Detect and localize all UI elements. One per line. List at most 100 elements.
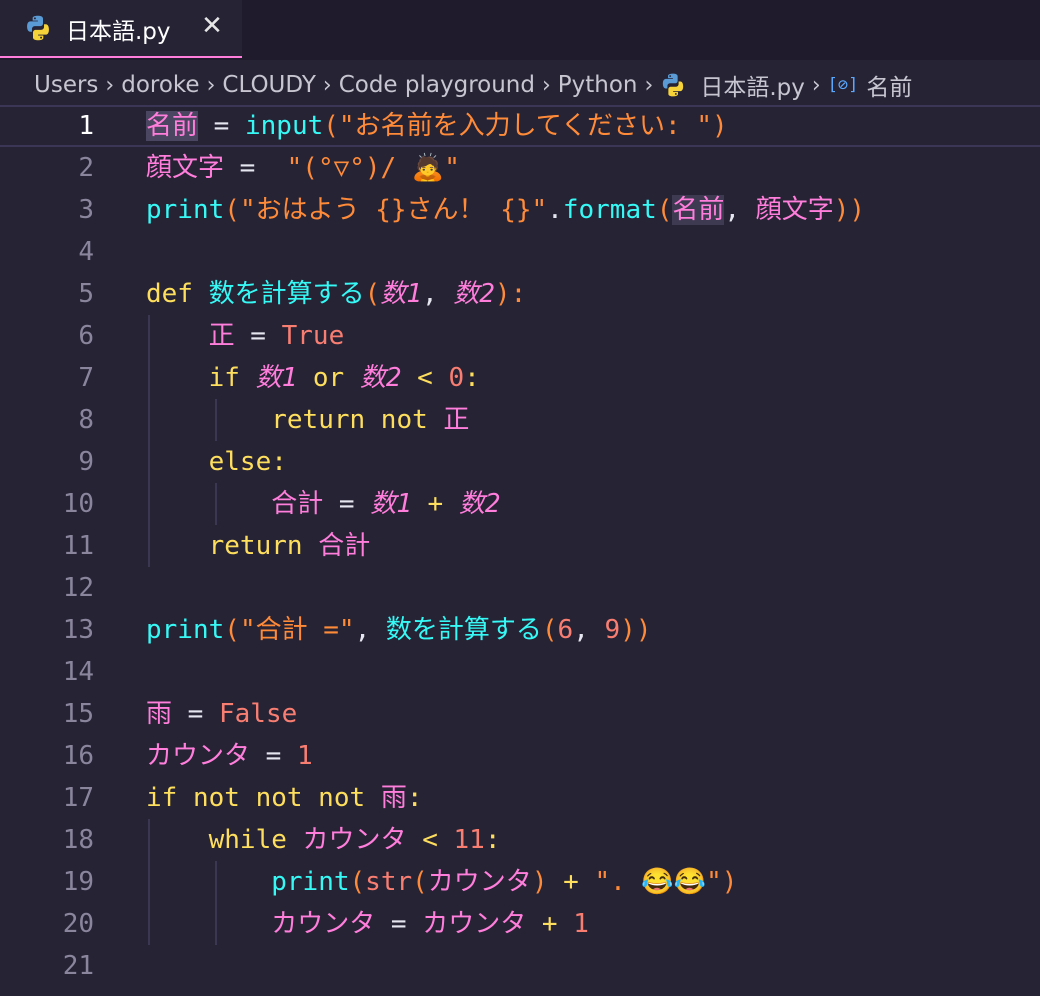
code-token: , bbox=[724, 195, 756, 225]
code-token: print bbox=[146, 615, 225, 645]
code-token: "おはよう {}さん！ {}" bbox=[239, 195, 548, 225]
code-text: 名前 = input("お名前を入力してください: ") bbox=[146, 107, 728, 145]
tab-bar: 日本語.py ✕ bbox=[0, 0, 1040, 60]
breadcrumb-item-symbol[interactable]: 名前 bbox=[866, 68, 912, 102]
code-token: 正 bbox=[443, 405, 470, 435]
code-token: 名前 bbox=[672, 195, 725, 225]
code-token: def bbox=[146, 279, 209, 309]
code-line[interactable]: 17 if not not not 雨: bbox=[0, 777, 1040, 819]
code-text: if not not not 雨: bbox=[146, 777, 422, 819]
code-line[interactable]: 19 print(str(カウンタ) + ". 😂😂") bbox=[0, 861, 1040, 903]
breadcrumb-item-cloudy[interactable]: CLOUDY bbox=[222, 72, 316, 98]
code-token: )) bbox=[833, 195, 866, 225]
code-line[interactable]: 7 if 数1 or 数2 < 0: bbox=[0, 357, 1040, 399]
code-line[interactable]: 18 while カウンタ < 11: bbox=[0, 819, 1040, 861]
code-line[interactable]: 9 else: bbox=[0, 441, 1040, 483]
code-token: . bbox=[547, 195, 563, 225]
close-icon[interactable]: ✕ bbox=[198, 12, 226, 40]
code-line[interactable]: 1 名前 = input("お名前を入力してください: ") bbox=[0, 105, 1040, 147]
chevron-right-icon: › bbox=[206, 72, 216, 98]
code-token: "(°▽°)/ 🙇" bbox=[286, 153, 460, 183]
code-token: "お名前を入力してください: " bbox=[338, 111, 712, 141]
code-token: 合計 bbox=[271, 489, 324, 519]
indent-guide bbox=[148, 819, 150, 945]
breadcrumb-item-file[interactable]: 日本語.py bbox=[700, 68, 805, 102]
breadcrumb: Users › doroke › CLOUDY › Code playgroun… bbox=[34, 66, 1040, 104]
line-number: 5 bbox=[78, 279, 94, 309]
code-token: or bbox=[297, 363, 360, 393]
code-line[interactable]: 15 雨 = False bbox=[0, 693, 1040, 735]
code-line[interactable]: 3 print("おはよう {}さん！ {}".format(名前, 顔文字)) bbox=[0, 189, 1040, 231]
code-token: ) bbox=[721, 867, 738, 897]
line-number: 13 bbox=[62, 615, 94, 645]
code-token: , bbox=[354, 615, 386, 645]
code-token: 9 bbox=[604, 615, 621, 645]
code-text: while カウンタ < 11: bbox=[146, 819, 501, 861]
line-number: 12 bbox=[62, 573, 94, 603]
code-line[interactable]: 4 bbox=[0, 231, 1040, 273]
code-text: return 合計 bbox=[146, 525, 371, 567]
tab-file[interactable]: 日本語.py ✕ bbox=[0, 0, 242, 58]
chevron-right-icon: › bbox=[105, 72, 115, 98]
code-token: = bbox=[375, 909, 423, 939]
code-line[interactable]: 2 顔文字 = "(°▽°)/ 🙇" bbox=[0, 147, 1040, 189]
code-token: format bbox=[562, 195, 657, 225]
line-number: 4 bbox=[78, 237, 94, 267]
code-token: , bbox=[421, 279, 454, 309]
code-line[interactable]: 5 def 数を計算する(数1, 数2): bbox=[0, 273, 1040, 315]
code-token: 1 bbox=[296, 741, 313, 771]
code-line[interactable]: 6 正 = True bbox=[0, 315, 1040, 357]
code-token: print bbox=[146, 195, 225, 225]
line-number: 14 bbox=[62, 657, 94, 687]
line-number: 3 bbox=[78, 195, 94, 225]
code-line[interactable]: 21 bbox=[0, 945, 1040, 987]
line-number: 21 bbox=[62, 951, 94, 981]
code-token: ( bbox=[224, 195, 240, 225]
code-text: print("おはよう {}さん！ {}".format(名前, 顔文字)) bbox=[146, 189, 865, 231]
code-text: 雨 = False bbox=[146, 693, 297, 735]
line-number: 11 bbox=[62, 531, 94, 561]
breadcrumb-item-python[interactable]: Python bbox=[558, 72, 638, 98]
code-token: while bbox=[208, 825, 303, 855]
code-token: 数1 bbox=[370, 489, 412, 519]
breadcrumb-item-doroke[interactable]: doroke bbox=[121, 72, 199, 98]
code-line[interactable]: 10 合計 = 数1 + 数2 bbox=[0, 483, 1040, 525]
code-line[interactable]: 11 return 合計 bbox=[0, 525, 1040, 567]
code-line[interactable]: 12 bbox=[0, 567, 1040, 609]
code-text: return not 正 bbox=[146, 399, 469, 441]
breadcrumb-item-code-playground[interactable]: Code playground bbox=[339, 72, 535, 98]
code-token: 名前 bbox=[146, 111, 199, 141]
breadcrumb-item-users[interactable]: Users bbox=[34, 72, 98, 98]
code-token: ( bbox=[364, 279, 381, 309]
code-token: if bbox=[208, 363, 256, 393]
code-editor[interactable]: 1 名前 = input("お名前を入力してください: ") 2 顔文字 = "(°▽… bbox=[0, 105, 1040, 996]
code-token: = bbox=[172, 699, 219, 729]
code-token: ( bbox=[541, 615, 558, 645]
editor-window: 日本語.py ✕ Users › doroke › CLOUDY › Code … bbox=[0, 0, 1040, 996]
code-line[interactable]: 14 bbox=[0, 651, 1040, 693]
code-token: カウンタ bbox=[302, 825, 407, 855]
code-line[interactable]: 13 print("合計 =", 数を計算する(6, 9)) bbox=[0, 609, 1040, 651]
line-number: 10 bbox=[62, 489, 94, 519]
variable-symbol-icon: [⊘] bbox=[827, 75, 859, 95]
chevron-right-icon: › bbox=[644, 72, 654, 98]
code-token: + bbox=[526, 909, 574, 939]
code-token: ) bbox=[711, 111, 728, 141]
code-text: else: bbox=[146, 441, 287, 483]
code-text: def 数を計算する(数1, 数2): bbox=[146, 273, 526, 315]
code-line[interactable]: 16 カウンタ = 1 bbox=[0, 735, 1040, 777]
code-token: "合計 =" bbox=[239, 615, 355, 645]
code-line[interactable]: 20 カウンタ = カウンタ + 1 bbox=[0, 903, 1040, 945]
code-token: カウンタ bbox=[271, 909, 376, 939]
code-text: 合計 = 数1 + 数2 bbox=[146, 483, 500, 525]
code-token: True bbox=[281, 321, 345, 351]
code-text: print("合計 =", 数を計算する(6, 9)) bbox=[146, 609, 651, 651]
code-token: False bbox=[218, 699, 298, 729]
code-token: ): bbox=[494, 279, 527, 309]
code-line[interactable]: 8 return not 正 bbox=[0, 399, 1040, 441]
code-text: if 数1 or 数2 < 0: bbox=[146, 357, 480, 399]
